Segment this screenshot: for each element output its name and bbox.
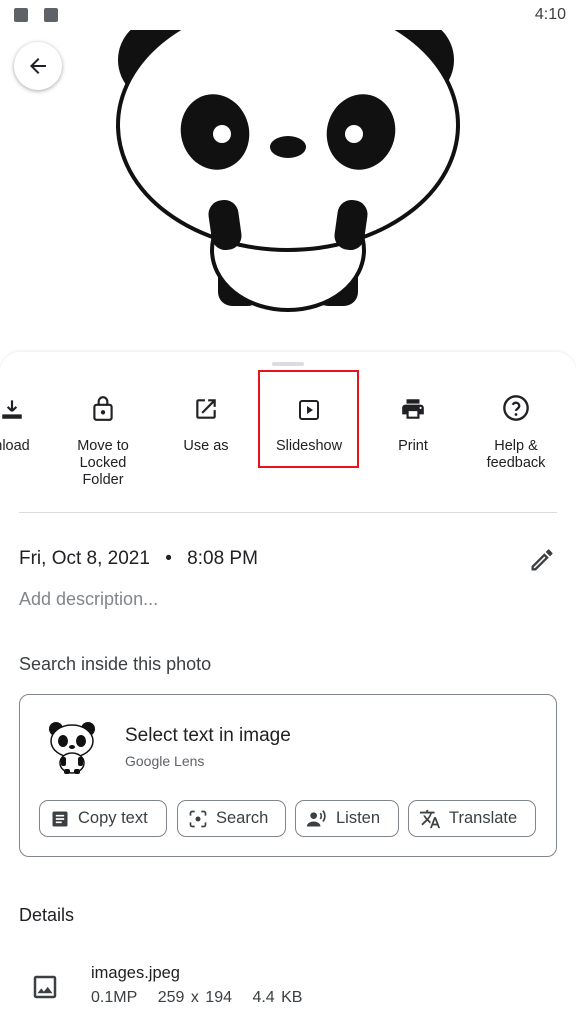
- image-notification-icon: [14, 8, 28, 22]
- status-time: 4:10: [535, 6, 566, 24]
- translate-chip[interactable]: Translate: [408, 800, 536, 837]
- open-external-icon: [193, 396, 219, 422]
- move-to-locked-folder-label: Move to Locked Folder: [53, 438, 153, 489]
- edit-date-button[interactable]: [528, 546, 556, 574]
- photo-time: 8:08 PM: [187, 548, 258, 569]
- use-as-action[interactable]: Use as: [156, 374, 256, 455]
- help-feedback-action[interactable]: Help & feedback: [466, 374, 566, 472]
- date-time-row[interactable]: Fri, Oct 8, 2021 • 8:08 PM: [19, 548, 258, 570]
- google-lens-card[interactable]: Select text in image Google Lens Copy te…: [19, 694, 557, 857]
- search-label: Search: [216, 809, 268, 828]
- photo-viewer[interactable]: [0, 30, 576, 370]
- file-megapixels: 0.1MP: [91, 989, 137, 1006]
- file-size: 4.4 KB: [252, 989, 302, 1006]
- lock-icon: [90, 394, 116, 422]
- file-metadata: 0.1MP 259 x 194 4.4 KB: [91, 989, 316, 1007]
- status-bar: 4:10: [0, 0, 576, 30]
- move-to-locked-folder-action[interactable]: Move to Locked Folder: [53, 374, 153, 489]
- copy-text-chip[interactable]: Copy text: [39, 800, 167, 837]
- lens-title: Select text in image: [125, 725, 291, 747]
- font-notification-icon: [44, 8, 58, 22]
- details-title: Details: [19, 905, 74, 926]
- use-as-label: Use as: [156, 438, 256, 455]
- pencil-icon: [528, 546, 556, 574]
- lens-thumbnail: [44, 719, 100, 775]
- listen-chip[interactable]: Listen: [295, 800, 399, 837]
- copy-text-label: Copy text: [78, 809, 148, 828]
- speaker-person-icon: [306, 809, 328, 829]
- print-action[interactable]: Print: [363, 374, 463, 455]
- print-label: Print: [363, 438, 463, 455]
- divider: [19, 512, 557, 513]
- photo-info-sheet: nload Move to Locked Folder Use as Slide…: [0, 352, 576, 1024]
- image-file-icon: [30, 972, 60, 1002]
- slideshow-highlight-box: [258, 370, 359, 468]
- listen-label: Listen: [336, 809, 380, 828]
- date-separator: •: [165, 548, 172, 569]
- add-description-input[interactable]: Add description...: [19, 589, 158, 610]
- panda-photo: [0, 30, 576, 370]
- sheet-drag-handle[interactable]: [272, 362, 304, 366]
- help-icon: [502, 394, 530, 422]
- lens-search-icon: [188, 809, 208, 829]
- download-icon: [0, 396, 25, 422]
- printer-icon: [400, 396, 426, 422]
- search-chip[interactable]: Search: [177, 800, 286, 837]
- lens-subtitle: Google Lens: [125, 753, 204, 769]
- file-dimensions: 259 x 194: [158, 989, 232, 1006]
- arrow-back-icon: [26, 54, 50, 78]
- translate-label: Translate: [449, 809, 517, 828]
- search-inside-title: Search inside this photo: [19, 654, 211, 675]
- photo-date: Fri, Oct 8, 2021: [19, 548, 150, 569]
- file-name: images.jpeg: [91, 964, 180, 983]
- help-feedback-label: Help & feedback: [466, 438, 566, 472]
- translate-icon: [419, 808, 441, 830]
- text-document-icon: [50, 809, 70, 829]
- back-button[interactable]: [14, 42, 62, 90]
